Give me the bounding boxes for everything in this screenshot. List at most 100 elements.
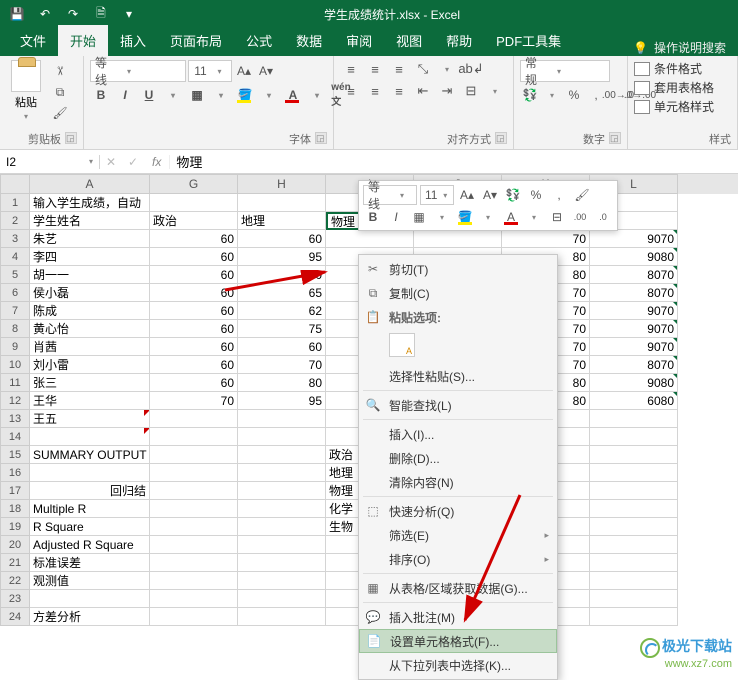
row-header[interactable]: 5 (0, 266, 30, 284)
ctx-copy[interactable]: ⧉复制(C) (359, 281, 557, 305)
cell[interactable] (238, 536, 326, 554)
undo-button[interactable]: ↶ (32, 3, 58, 25)
ctx-delete[interactable]: 删除(D)... (359, 446, 557, 470)
ctx-quick-analysis[interactable]: ⬚快速分析(Q) (359, 499, 557, 523)
cell[interactable]: 9070 (590, 302, 678, 320)
cell[interactable] (238, 410, 326, 428)
tab-file[interactable]: 文件 (8, 25, 58, 56)
cell[interactable] (150, 464, 238, 482)
cell[interactable]: 观测值 (30, 572, 150, 590)
save-button[interactable]: 💾 (4, 3, 30, 25)
enter-button[interactable]: ✓ (122, 155, 144, 169)
tab-view[interactable]: 视图 (384, 25, 434, 56)
cell[interactable]: 70 (150, 392, 238, 410)
row-header[interactable]: 2 (0, 212, 30, 230)
cell[interactable]: 肖茜 (30, 338, 150, 356)
cell[interactable] (150, 572, 238, 590)
row-header[interactable]: 19 (0, 518, 30, 536)
mini-accounting[interactable]: 💱 (503, 186, 523, 204)
cell[interactable] (590, 482, 678, 500)
cell[interactable] (150, 590, 238, 608)
cell[interactable] (590, 608, 678, 626)
mini-bold[interactable]: B (363, 208, 383, 226)
indent-increase-button[interactable]: ⇥ (436, 82, 458, 100)
cell[interactable] (238, 446, 326, 464)
cell[interactable]: 胡一一 (30, 266, 150, 284)
cell[interactable] (30, 590, 150, 608)
mini-size-combo[interactable]: 11▾ (420, 185, 454, 205)
cell[interactable] (590, 518, 678, 536)
row-header[interactable]: 13 (0, 410, 30, 428)
format-painter-button[interactable]: 🖌 (50, 104, 70, 122)
mini-decrease-font[interactable]: A▾ (480, 186, 500, 204)
cell[interactable]: 6080 (590, 392, 678, 410)
ctx-get-table-data[interactable]: ▦从表格/区域获取数据(G)... (359, 576, 557, 600)
cell[interactable] (150, 194, 238, 212)
row-header[interactable]: 14 (0, 428, 30, 446)
cell[interactable]: R Square (30, 518, 150, 536)
row-header[interactable]: 6 (0, 284, 30, 302)
cell[interactable]: 李四 (30, 248, 150, 266)
cell[interactable] (590, 464, 678, 482)
mini-increase-font[interactable]: A▴ (457, 186, 477, 204)
ctx-insert-comment[interactable]: 💬插入批注(M) (359, 605, 557, 629)
cell[interactable]: 陈成 (30, 302, 150, 320)
row-header[interactable]: 15 (0, 446, 30, 464)
cell[interactable]: 95 (238, 248, 326, 266)
tab-help[interactable]: 帮助 (434, 25, 484, 56)
row-header[interactable]: 8 (0, 320, 30, 338)
tab-data[interactable]: 数据 (284, 25, 334, 56)
cell[interactable] (238, 608, 326, 626)
cell[interactable] (590, 428, 678, 446)
cell[interactable]: 9070 (590, 338, 678, 356)
cell[interactable] (150, 410, 238, 428)
cell[interactable]: 80 (238, 374, 326, 392)
redo-button[interactable]: ↷ (60, 3, 86, 25)
cell[interactable]: 60 (150, 320, 238, 338)
ctx-smart-lookup[interactable]: 🔍智能查找(L) (359, 393, 557, 417)
cell[interactable] (590, 446, 678, 464)
cell[interactable]: 75 (238, 320, 326, 338)
mini-percent[interactable]: % (526, 186, 546, 204)
cell[interactable]: 70 (238, 356, 326, 374)
row-header[interactable]: 3 (0, 230, 30, 248)
mini-dec-dec[interactable]: .0 (593, 208, 613, 226)
merge-button[interactable]: ⊟ (460, 82, 482, 100)
cell[interactable] (238, 500, 326, 518)
cell[interactable] (238, 482, 326, 500)
format-as-table-button[interactable]: 套用表格格 (634, 79, 714, 96)
row-header[interactable]: 17 (0, 482, 30, 500)
cancel-button[interactable]: ✕ (100, 155, 122, 169)
cell[interactable] (238, 194, 326, 212)
new-button[interactable]: 🗎 (88, 3, 114, 25)
cell[interactable]: 张三 (30, 374, 150, 392)
cell[interactable] (150, 428, 238, 446)
ctx-paste-special[interactable]: 选择性粘贴(S)... (359, 364, 557, 388)
ctx-format-cells[interactable]: 📄设置单元格格式(F)... (359, 629, 557, 653)
qat-more[interactable]: ▾ (116, 3, 142, 25)
cell[interactable]: 70 (502, 230, 590, 248)
align-launcher[interactable]: ◲ (495, 132, 507, 144)
font-name-combo[interactable]: 等线▾ (90, 60, 186, 82)
cell[interactable]: 62 (238, 302, 326, 320)
align-middle-button[interactable]: ≡ (364, 60, 386, 78)
align-right-button[interactable]: ≡ (388, 82, 410, 100)
ctx-filter[interactable]: 筛选(E)▸ (359, 523, 557, 547)
ctx-cut[interactable]: ✂剪切(T) (359, 257, 557, 281)
cell[interactable]: 60 (150, 356, 238, 374)
font-color-button[interactable]: A (282, 86, 304, 104)
fill-color-button[interactable]: 🪣 (234, 86, 256, 104)
mini-fill-color[interactable]: 🪣 (455, 208, 475, 226)
cell[interactable] (590, 410, 678, 428)
cell[interactable] (414, 230, 502, 248)
row-header[interactable]: 12 (0, 392, 30, 410)
mini-border[interactable]: ▦ (409, 208, 429, 226)
cell[interactable]: 方差分析 (30, 608, 150, 626)
row-header[interactable]: 7 (0, 302, 30, 320)
mini-font-combo[interactable]: 等线▾ (363, 185, 417, 205)
cell[interactable]: 60 (150, 266, 238, 284)
cell[interactable]: 地理 (238, 212, 326, 230)
cell[interactable] (150, 518, 238, 536)
cell[interactable] (150, 536, 238, 554)
cell[interactable] (590, 572, 678, 590)
